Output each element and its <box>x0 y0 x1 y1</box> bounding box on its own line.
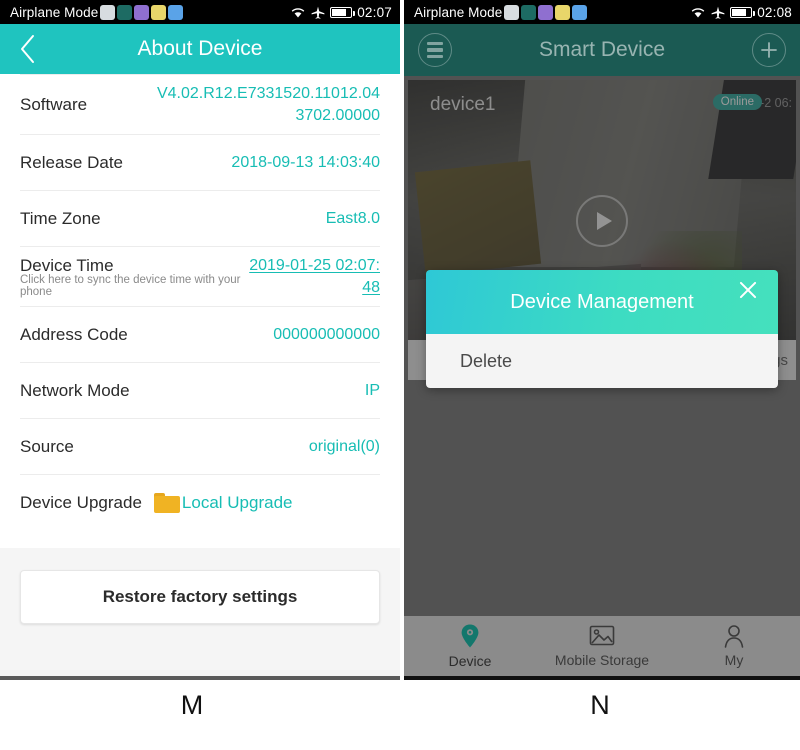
battery-icon <box>330 6 355 18</box>
row-value: East8.0 <box>325 209 380 227</box>
row-release-date[interactable]: Release Date 2018-09-13 14:03:40 <box>20 134 380 190</box>
app-bar-smart-device: Smart Device <box>404 24 800 76</box>
person-icon <box>724 625 744 648</box>
status-bar-indicators: 02:07 <box>290 5 392 20</box>
device-management-dialog: Device Management Delete <box>426 270 778 388</box>
tab-device[interactable]: Device <box>404 616 536 676</box>
back-button[interactable] <box>0 24 56 74</box>
wifi-icon <box>691 7 705 17</box>
row-label: Software <box>20 94 88 114</box>
status-bar-label: Airplane Mode <box>414 4 503 20</box>
twitter-app-icon <box>572 4 588 20</box>
dialog-item-delete[interactable]: Delete <box>426 351 512 372</box>
row-source[interactable]: Source original(0) <box>20 418 380 474</box>
location-pin-icon <box>461 624 479 648</box>
row-device-time-text: Device Time Click here to sync the devic… <box>20 256 248 298</box>
camera-app-icon <box>521 4 537 20</box>
page-title: Smart Device <box>538 38 666 61</box>
telegram-app-icon <box>151 4 167 20</box>
row-software[interactable]: Software V4.02.R12.E7331520.11012.043702… <box>20 74 380 134</box>
menu-button[interactable] <box>418 33 452 67</box>
airplane-icon <box>711 6 725 19</box>
restore-factory-settings-button[interactable]: Restore factory settings <box>20 570 380 624</box>
nav-bottom-bar <box>404 676 800 680</box>
row-value: 000000000000 <box>273 326 380 344</box>
row-device-time[interactable]: Device Time Click here to sync the devic… <box>20 246 380 306</box>
bottom-tab-bar: Device Mobile Storage My <box>404 616 800 676</box>
row-label: Source <box>20 436 74 456</box>
dialog-title: Device Management <box>510 290 694 313</box>
status-bar-left: Airplane Mode 02:07 <box>0 0 400 24</box>
battery-icon <box>730 6 755 18</box>
row-sublabel: Click here to sync the device time with … <box>20 273 241 298</box>
row-address-code[interactable]: Address Code 000000000000 <box>20 306 380 362</box>
phone-panel-smart-device: Airplane Mode 02:08 Smart Device Device … <box>404 0 800 680</box>
row-label: Device Time <box>20 255 114 275</box>
screenshot-root: Airplane Mode 02:07 About Device Softwar… <box>0 0 800 750</box>
tab-mobile-storage[interactable]: Mobile Storage <box>536 616 668 676</box>
check-badge-icon <box>504 4 520 20</box>
app-bar-about-device: About Device <box>0 24 400 74</box>
close-icon[interactable] <box>734 276 762 304</box>
row-label: Time Zone <box>20 208 101 228</box>
about-device-list: Software V4.02.R12.E7331520.11012.043702… <box>0 74 400 680</box>
tab-label: Device <box>448 653 492 669</box>
dialog-header: Device Management <box>426 270 778 334</box>
row-time-zone[interactable]: Time Zone East8.0 <box>20 190 380 246</box>
row-value[interactable]: 2019-01-25 02:07:48 <box>248 255 380 298</box>
page-title: About Device <box>137 37 263 60</box>
camera-app-icon <box>117 4 133 20</box>
add-device-button[interactable] <box>752 33 786 67</box>
status-bar-app-icons <box>100 4 184 20</box>
tab-my[interactable]: My <box>668 616 800 676</box>
smart-device-body: device1 2019-01-2 06: Online gs Device M… <box>404 76 800 680</box>
row-device-upgrade[interactable]: Device Upgrade Local Upgrade <box>20 474 380 530</box>
dialog-body: Delete <box>426 334 778 388</box>
hamburger-menu-icon <box>427 41 443 59</box>
status-bar-app-icons <box>504 4 588 20</box>
status-bar-time: 02:08 <box>757 4 792 20</box>
airplane-icon <box>311 6 325 19</box>
folder-icon <box>153 492 180 513</box>
image-icon <box>589 625 615 646</box>
status-bar-right: Airplane Mode 02:08 <box>404 0 800 24</box>
phone-panel-about-device: Airplane Mode 02:07 About Device Softwar… <box>0 0 400 680</box>
figure-caption-m: M <box>180 690 204 720</box>
row-value: IP <box>364 382 380 400</box>
status-bar-indicators: 02:08 <box>690 5 792 20</box>
row-value: original(0) <box>308 438 380 456</box>
tab-label: My <box>724 652 744 668</box>
row-network-mode[interactable]: Network Mode IP <box>20 362 380 418</box>
nav-bottom-bar <box>0 676 400 680</box>
row-label: Device Upgrade <box>20 492 142 512</box>
status-bar-label: Airplane Mode <box>10 4 99 20</box>
telegram-app-icon <box>555 4 571 20</box>
plus-icon <box>761 42 777 58</box>
row-label: Network Mode <box>20 380 130 400</box>
wifi-icon <box>291 7 305 17</box>
tab-label: Mobile Storage <box>554 652 650 668</box>
status-bar-time: 02:07 <box>357 4 392 20</box>
local-upgrade-link[interactable]: Local Upgrade <box>182 493 293 513</box>
music-app-icon <box>538 4 554 20</box>
row-value: V4.02.R12.E7331520.11012.043702.00000 <box>156 85 380 124</box>
row-label: Release Date <box>20 152 124 172</box>
figure-caption-n: N <box>590 690 610 720</box>
row-value: 2018-09-13 14:03:40 <box>231 153 380 171</box>
check-badge-icon <box>100 4 116 20</box>
music-app-icon <box>134 4 150 20</box>
back-chevron-icon <box>21 35 34 63</box>
twitter-app-icon <box>168 4 184 20</box>
row-label: Address Code <box>20 324 128 344</box>
footer-zone: Restore factory settings <box>0 548 400 676</box>
